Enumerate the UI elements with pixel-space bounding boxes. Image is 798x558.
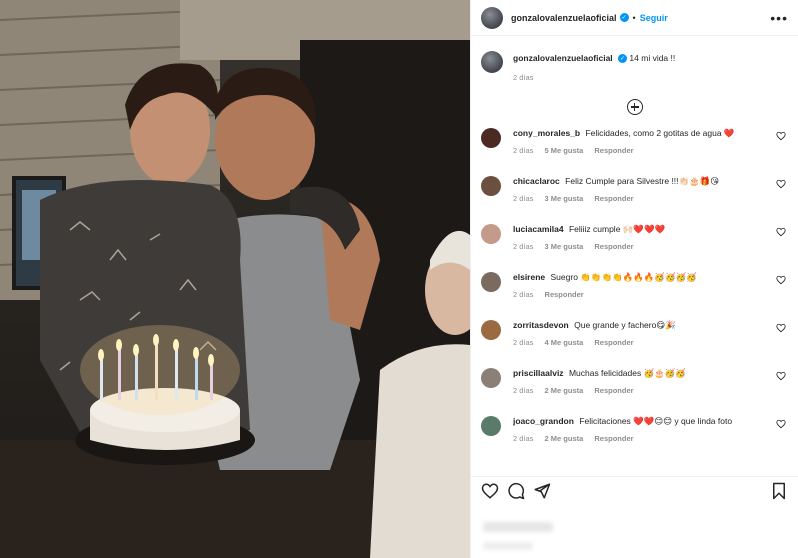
comment-like-heart-icon[interactable] <box>776 131 786 141</box>
caption-timestamp: 2 días <box>513 73 534 82</box>
comment-username[interactable]: elsirene <box>513 272 545 282</box>
comment-username[interactable]: priscillaalviz <box>513 368 564 378</box>
reply-button[interactable]: Responder <box>545 290 584 299</box>
reply-button[interactable]: Responder <box>594 242 633 251</box>
comment-like-heart-icon[interactable] <box>776 179 786 189</box>
caption-avatar[interactable] <box>481 51 503 73</box>
share-icon[interactable] <box>533 482 551 500</box>
comment-username[interactable]: luciacamila4 <box>513 224 564 234</box>
comment-avatar[interactable] <box>481 176 501 196</box>
comment-like-heart-icon[interactable] <box>776 275 786 285</box>
comment-username[interactable]: zorritasdevon <box>513 320 569 330</box>
caption-username[interactable]: gonzalovalenzuelaoficial <box>513 53 613 63</box>
comment-avatar[interactable] <box>481 224 501 244</box>
post-header: gonzalovalenzuelaoficial ✓ • Seguir ••• <box>471 0 798 36</box>
comment-likes[interactable]: 5 Me gusta <box>545 146 584 155</box>
birthday-photo-illustration <box>0 0 470 558</box>
comment-timestamp: 2 días <box>513 242 534 251</box>
avatar[interactable] <box>481 6 503 29</box>
comment-likes[interactable]: 4 Me gusta <box>545 338 584 347</box>
comment-text: Que grande y fachero😋🎉 <box>574 320 676 330</box>
reply-button[interactable]: Responder <box>594 434 633 443</box>
comment-like-heart-icon[interactable] <box>776 227 786 237</box>
bookmark-icon[interactable] <box>770 482 788 500</box>
comment-item: zorritasdevon Que grande y fachero😋🎉 2 d… <box>481 319 788 367</box>
comment-text: Felicitaciones ❤️❤️😊😊 y que linda foto <box>579 416 733 426</box>
load-more-comments-button[interactable] <box>481 99 788 115</box>
separator-dot: • <box>632 12 636 23</box>
plus-circle-icon[interactable] <box>626 99 643 115</box>
comment-container: cony_morales_b Felicidades, como 2 gotit… <box>481 127 788 463</box>
comment-like-heart-icon[interactable] <box>776 419 786 429</box>
comment-text: Muchas felicidades 🥳🎂🥳🥳 <box>568 368 686 378</box>
comment-timestamp: 2 días <box>513 434 534 443</box>
post-caption: gonzalovalenzuelaoficial ✓ 14 mi vida !!… <box>481 51 788 85</box>
comment-username[interactable]: cony_morales_b <box>513 128 580 138</box>
comment-timestamp: 2 días <box>513 290 534 299</box>
comment-text: Feliz Cumple para Silvestre !!!👏🏻🎂🎁😘 <box>565 176 720 186</box>
comment-avatar[interactable] <box>481 272 501 292</box>
comment-username[interactable]: chicaclaroc <box>513 176 560 186</box>
comment-text: Suegro 👏👏👏👏🔥🔥🔥🥳🥳🥳🥳 <box>550 272 697 282</box>
comment-item: cony_morales_b Felicidades, como 2 gotit… <box>481 127 788 175</box>
comment-item: chicaclaroc Feliz Cumple para Silvestre … <box>481 175 788 223</box>
comment-timestamp: 2 días <box>513 146 534 155</box>
reply-button[interactable]: Responder <box>594 338 633 347</box>
action-bar <box>471 476 798 504</box>
comment-likes[interactable]: 2 Me gusta <box>545 434 584 443</box>
comment-item: priscillaalviz Muchas felicidades 🥳🎂🥳🥳 2… <box>481 367 788 415</box>
comment-timestamp: 2 días <box>513 194 534 203</box>
comment-timestamp: 2 días <box>513 338 534 347</box>
comment-like-heart-icon[interactable] <box>776 371 786 381</box>
comment-likes[interactable]: 2 Me gusta <box>545 386 584 395</box>
header-username[interactable]: gonzalovalenzuelaoficial <box>511 13 617 23</box>
more-horizontal-icon[interactable]: ••• <box>770 10 788 26</box>
comment-likes[interactable]: 3 Me gusta <box>545 242 584 251</box>
verified-badge-icon: ✓ <box>618 54 628 64</box>
comment-text: Felicidades, como 2 gotitas de agua ❤️ <box>585 128 735 138</box>
comment-item: elsirene Suegro 👏👏👏👏🔥🔥🔥🥳🥳🥳🥳 2 días Respo… <box>481 271 788 319</box>
comment-text: Feliiiz cumple 🙌🏻❤️❤️❤️ <box>568 224 666 234</box>
reply-button[interactable]: Responder <box>594 146 633 155</box>
comment-icon[interactable] <box>507 482 525 500</box>
post-photo[interactable] <box>0 0 470 558</box>
comment-avatar[interactable] <box>481 368 501 388</box>
comment-item: luciacamila4 Feliiiz cumple 🙌🏻❤️❤️❤️ 2 d… <box>481 223 788 271</box>
comment-like-heart-icon[interactable] <box>776 323 786 333</box>
comments-list[interactable]: gonzalovalenzuelaoficial ✓ 14 mi vida !!… <box>471 37 798 476</box>
reply-button[interactable]: Responder <box>594 194 633 203</box>
comment-timestamp: 2 días <box>513 386 534 395</box>
reply-button[interactable]: Responder <box>594 386 633 395</box>
verified-badge-icon: ✓ <box>619 13 629 22</box>
comment-avatar[interactable] <box>481 128 501 148</box>
comment-username[interactable]: joaco_grandon <box>513 416 574 426</box>
comment-avatar[interactable] <box>481 320 501 340</box>
caption-text: 14 mi vida !! <box>629 53 676 63</box>
comment-likes[interactable]: 3 Me gusta <box>545 194 584 203</box>
post-date-blurred <box>483 542 533 550</box>
comment-item: joaco_grandon Felicitaciones ❤️❤️😊😊 y qu… <box>481 415 788 463</box>
comment-avatar[interactable] <box>481 416 501 436</box>
follow-button[interactable]: Seguir <box>640 13 668 23</box>
post-sidebar: gonzalovalenzuelaoficial ✓ • Seguir ••• … <box>470 0 798 558</box>
likes-count-blurred <box>483 522 553 532</box>
like-heart-icon[interactable] <box>481 482 499 500</box>
